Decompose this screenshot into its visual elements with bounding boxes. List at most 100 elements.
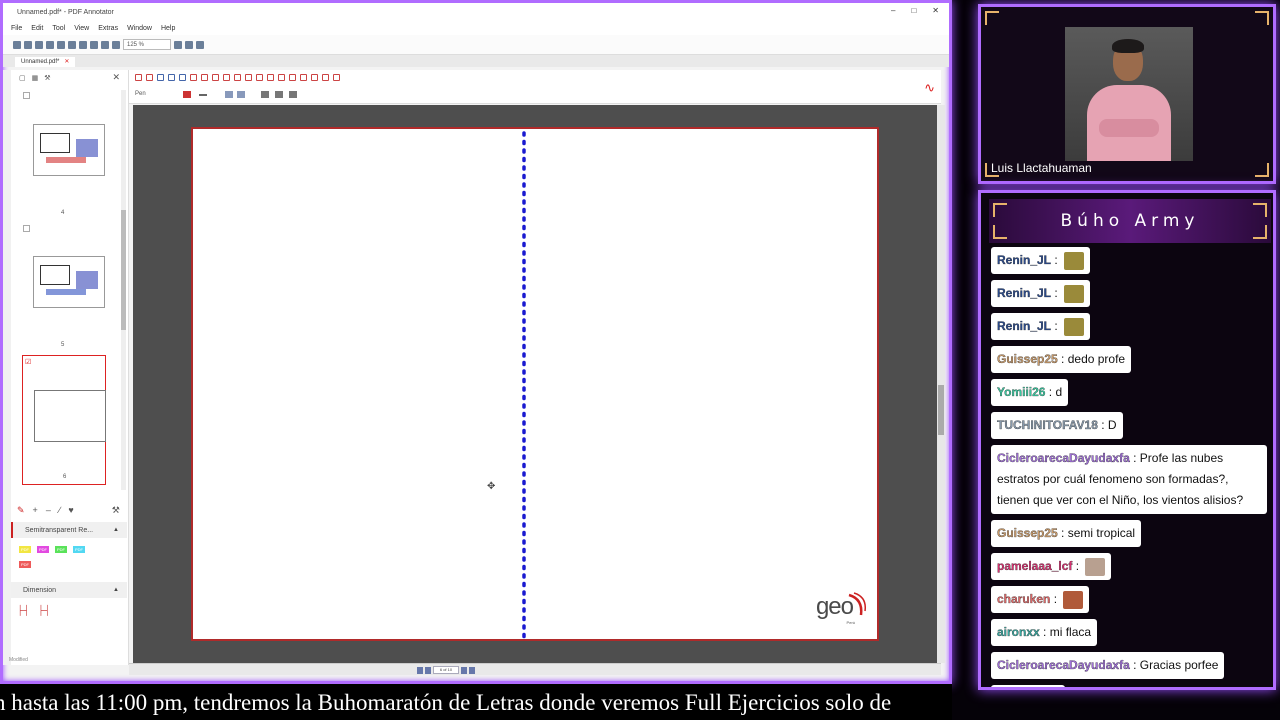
marker-icon[interactable]	[201, 74, 208, 81]
swatch-magenta[interactable]: PDF	[37, 546, 49, 553]
line-width-icon[interactable]	[199, 94, 207, 96]
dimension-icon[interactable]: ├┤	[17, 605, 30, 615]
tools-icon[interactable]: ⚒	[44, 74, 50, 82]
new-icon[interactable]	[13, 40, 21, 49]
edit-icon[interactable]: ∕	[59, 505, 61, 515]
pen-tool-icon[interactable]	[179, 74, 186, 81]
swatch-yellow[interactable]: PDF	[19, 546, 31, 553]
swatch-red[interactable]: PDF	[19, 561, 31, 568]
chat-username[interactable]: pamelaaa_lcf	[997, 559, 1073, 573]
chat-username[interactable]: Renin_JL	[997, 286, 1051, 300]
print-icon[interactable]	[46, 40, 54, 49]
chat-username[interactable]: TUCHINITOFAV18	[997, 418, 1098, 432]
open-icon[interactable]	[24, 40, 32, 49]
text-icon[interactable]	[278, 74, 285, 81]
section-semitransparent[interactable]: Semitransparent Re... ▲	[11, 522, 127, 538]
section-dimension[interactable]: Dimension ▲	[11, 582, 127, 598]
select-tool-icon[interactable]	[135, 74, 142, 81]
menu-window[interactable]: Window	[127, 25, 152, 32]
close-sidebar-icon[interactable]: ✕	[112, 72, 120, 83]
pen-small-icon[interactable]: ✎	[17, 505, 25, 516]
eraser-icon[interactable]	[212, 74, 219, 81]
minimize-button[interactable]: –	[891, 6, 895, 15]
link-icon[interactable]	[289, 74, 296, 81]
dimension-icon[interactable]: ├┤	[38, 605, 51, 615]
select-tool-icon[interactable]	[146, 74, 153, 81]
checked-icon[interactable]: ☑	[25, 358, 31, 366]
swatch-green[interactable]: PDF	[55, 546, 67, 553]
chat-username[interactable]: aironxx	[997, 625, 1040, 639]
sigma-icon[interactable]	[322, 74, 329, 81]
pen-style-icon[interactable]	[237, 91, 245, 98]
zoom-field[interactable]: 125 %	[123, 39, 171, 50]
hand-tool-icon[interactable]	[157, 74, 164, 81]
first-page-icon[interactable]	[417, 666, 423, 674]
viewer-scrollbar[interactable]	[937, 105, 945, 663]
chat-username[interactable]: CicleroarecaDayudaxfa	[997, 451, 1130, 465]
swatch-cyan[interactable]: PDF	[73, 546, 85, 553]
undo-icon[interactable]	[90, 40, 98, 49]
chat-username[interactable]: Guissep25	[997, 526, 1058, 540]
highlighter-icon[interactable]	[190, 74, 197, 81]
page-thumbnail-4[interactable]	[33, 256, 105, 308]
next-page-icon[interactable]	[461, 666, 467, 674]
menu-help[interactable]: Help	[161, 25, 175, 32]
fit-page-icon[interactable]	[185, 40, 193, 49]
stamp-icon[interactable]	[267, 74, 274, 81]
paste-icon[interactable]	[79, 40, 87, 49]
menu-file[interactable]: File	[11, 25, 22, 32]
zoom-in-icon[interactable]	[174, 40, 182, 49]
cut-icon[interactable]	[57, 40, 65, 49]
minus-icon[interactable]: –	[46, 505, 51, 515]
menu-extras[interactable]: Extras	[98, 25, 118, 32]
close-button[interactable]: ✕	[932, 6, 939, 15]
prev-page-icon[interactable]	[425, 666, 431, 674]
close-tab-icon[interactable]: ✕	[64, 59, 69, 65]
document-viewer[interactable]: ✥ geo Perú	[133, 105, 938, 663]
favorites-icon[interactable]	[333, 74, 340, 81]
pen-color-icon[interactable]	[183, 91, 191, 98]
measure-icon[interactable]	[311, 74, 318, 81]
favorite-icon[interactable]: ♥	[68, 505, 73, 515]
text-format-icon[interactable]	[289, 91, 297, 98]
page-icon[interactable]: ▢	[19, 74, 26, 82]
chat-username[interactable]: Yomiii26	[997, 385, 1046, 399]
line-icon[interactable]	[223, 74, 230, 81]
squiggle-icon[interactable]: ∿	[924, 80, 935, 96]
chat-username[interactable]: CicleroarecaDayudaxfa	[997, 658, 1130, 672]
tab-unnamed[interactable]: Unnamed.pdf* ✕	[15, 57, 76, 67]
chat-username[interactable]: Renin_JL	[997, 253, 1051, 267]
menu-view[interactable]: View	[74, 25, 89, 32]
pdf-page[interactable]: ✥ geo Perú	[191, 127, 879, 641]
arrow-icon[interactable]	[234, 74, 241, 81]
chat-username[interactable]: Renin_JL	[997, 319, 1051, 333]
ellipse-icon[interactable]	[256, 74, 263, 81]
pen-style-icon[interactable]	[225, 91, 233, 98]
chat-username[interactable]: Guissep25	[997, 352, 1058, 366]
fit-width-icon[interactable]	[196, 40, 204, 49]
page-thumbnail-selected[interactable]: ☑ 6	[22, 355, 106, 485]
image-icon[interactable]	[300, 74, 307, 81]
rectangle-icon[interactable]	[245, 74, 252, 81]
maximize-button[interactable]: □	[911, 6, 916, 15]
page-checkbox[interactable]	[23, 225, 30, 232]
add-icon[interactable]: +	[33, 505, 38, 515]
save-icon[interactable]	[35, 40, 43, 49]
chat-username[interactable]: charuken	[997, 592, 1051, 606]
redo-icon[interactable]	[101, 40, 109, 49]
wrench-icon[interactable]: ⚒	[112, 505, 120, 516]
text-format-icon[interactable]	[275, 91, 283, 98]
zoom-tool-icon[interactable]	[168, 74, 175, 81]
menu-tool[interactable]: Tool	[52, 25, 65, 32]
page-checkbox[interactable]	[23, 92, 30, 99]
copy-icon[interactable]	[68, 40, 76, 49]
sidebar-scrollbar[interactable]	[121, 90, 126, 490]
page-thumbnail-3[interactable]	[33, 124, 105, 176]
text-format-icon[interactable]	[261, 91, 269, 98]
grid-icon[interactable]: ▦	[32, 74, 39, 82]
page-indicator[interactable]: 6 of 10	[433, 666, 459, 674]
last-page-icon[interactable]	[469, 666, 475, 674]
zoom-out-icon[interactable]	[112, 40, 120, 49]
geo-logo: geo	[815, 593, 854, 620]
menu-edit[interactable]: Edit	[31, 25, 43, 32]
